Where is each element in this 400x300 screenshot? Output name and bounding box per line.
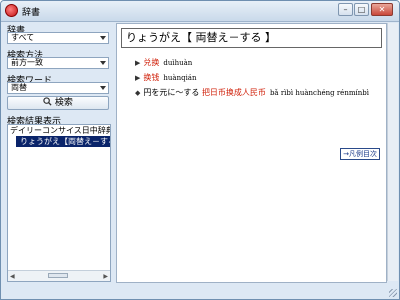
sense-line: ▶ 兑换 duìhuàn xyxy=(135,57,192,68)
chevron-down-icon xyxy=(100,86,106,90)
keyword-input[interactable]: 両替 xyxy=(7,82,109,94)
sense-pinyin: duìhuàn xyxy=(163,59,193,67)
triangle-bullet-icon: ▶ xyxy=(135,59,141,67)
dictionary-window: 辞書 – □ ✕ 辞書 すべて 検索方法 前方一致 検索ワード 両替 検索 検索… xyxy=(0,0,400,300)
method-select[interactable]: 前方一致 xyxy=(7,57,109,69)
scroll-left-icon[interactable]: ◀ xyxy=(10,273,15,280)
scroll-right-icon[interactable]: ▶ xyxy=(103,273,108,280)
window-title: 辞書 xyxy=(22,8,41,18)
example-pinyin: bǎ rìbì huànchéng rénmínbì xyxy=(269,89,369,97)
entry-pane: りょうがえ【 両替え－する 】 ▶ 兑换 duìhuàn ▶ 换钱 huànqián ◆… xyxy=(116,23,387,283)
entry-headword: りょうがえ【 両替え－する 】 xyxy=(121,28,382,48)
results-horizontal-scrollbar[interactable]: ◀ ▶ xyxy=(8,270,110,281)
legend-index-link[interactable]: →凡例目次 xyxy=(340,148,380,160)
results-list[interactable]: デイリーコンサイス日中辞典 (1 りょうがえ【両替え－する】 ◀ ▶ xyxy=(7,124,111,282)
sense-line: ▶ 换钱 huànqián xyxy=(135,72,197,83)
diamond-bullet-icon: ◆ xyxy=(135,89,141,97)
app-icon xyxy=(5,4,18,17)
maximize-button[interactable]: □ xyxy=(354,3,369,16)
result-item-dictionary[interactable]: デイリーコンサイス日中辞典 (1 xyxy=(8,125,110,136)
status-bar xyxy=(1,284,399,299)
search-button[interactable]: 検索 xyxy=(7,96,109,110)
example-line: ◆ 円を元に～する 把日币换成人民币 bǎ rìbì huànchéng rénmí… xyxy=(135,87,369,98)
dictionary-select-value: すべて xyxy=(11,33,35,42)
close-button[interactable]: ✕ xyxy=(371,3,393,16)
entry-vertical-scrollbar[interactable] xyxy=(387,23,398,281)
search-button-label: 検索 xyxy=(54,98,73,108)
chevron-down-icon xyxy=(100,61,106,65)
dictionary-select[interactable]: すべて xyxy=(7,32,109,44)
title-bar[interactable]: 辞書 – □ ✕ xyxy=(1,1,399,22)
chevron-down-icon xyxy=(100,36,106,40)
scrollbar-thumb[interactable] xyxy=(48,273,68,278)
method-select-value: 前方一致 xyxy=(11,58,43,67)
result-item-selected[interactable]: りょうがえ【両替え－する】 xyxy=(16,136,110,147)
example-japanese: 円を元に～する xyxy=(143,88,200,97)
sense-hanzi[interactable]: 换钱 xyxy=(143,73,159,82)
triangle-bullet-icon: ▶ xyxy=(135,74,141,82)
keyword-input-value: 両替 xyxy=(11,83,27,92)
sense-hanzi[interactable]: 兑换 xyxy=(143,58,159,67)
search-panel: 辞書 すべて 検索方法 前方一致 検索ワード 両替 検索 検索結果表示 デイリー… xyxy=(5,23,113,293)
resize-grip-icon[interactable] xyxy=(389,289,397,297)
sense-pinyin: huànqián xyxy=(163,74,197,82)
search-icon xyxy=(43,97,52,106)
minimize-button[interactable]: – xyxy=(338,3,353,16)
example-chinese[interactable]: 把日币换成人民币 xyxy=(202,88,266,97)
